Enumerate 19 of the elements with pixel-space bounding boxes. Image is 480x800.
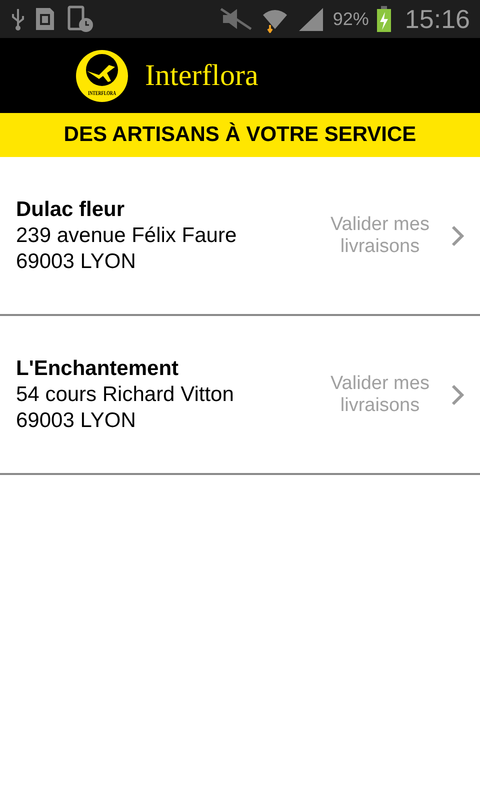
phone-clock-icon xyxy=(66,5,94,33)
shop-city: 69003 LYON xyxy=(16,250,137,274)
signal-icon xyxy=(296,6,325,32)
shop-name: Dulac fleur xyxy=(16,198,126,222)
usb-icon xyxy=(10,7,26,31)
banner: DES ARTISANS À VOTRE SERVICE xyxy=(0,113,480,157)
shop-address: 239 avenue Félix Faure xyxy=(16,224,238,248)
shop-list-item[interactable]: Dulac fleur 239 avenue Félix Faure 69003 LYON Valider mes livraisons xyxy=(0,157,480,316)
battery-percentage: 92% xyxy=(332,8,369,30)
battery-charging-icon xyxy=(376,6,391,32)
shop-name: L'Enchantement xyxy=(16,356,180,380)
clock-time: 15:16 xyxy=(404,4,470,34)
shop-address: 54 cours Richard Vitton xyxy=(16,382,235,406)
chevron-right-icon xyxy=(450,384,464,406)
shop-city: 69003 LYON xyxy=(16,408,137,432)
mute-icon xyxy=(218,6,253,32)
shop-list-item[interactable]: L'Enchantement 54 cours Richard Vitton 69003 LYON Valider mes livraisons xyxy=(0,316,480,475)
app-title: Interflora xyxy=(145,58,258,92)
chevron-right-icon xyxy=(450,224,464,246)
